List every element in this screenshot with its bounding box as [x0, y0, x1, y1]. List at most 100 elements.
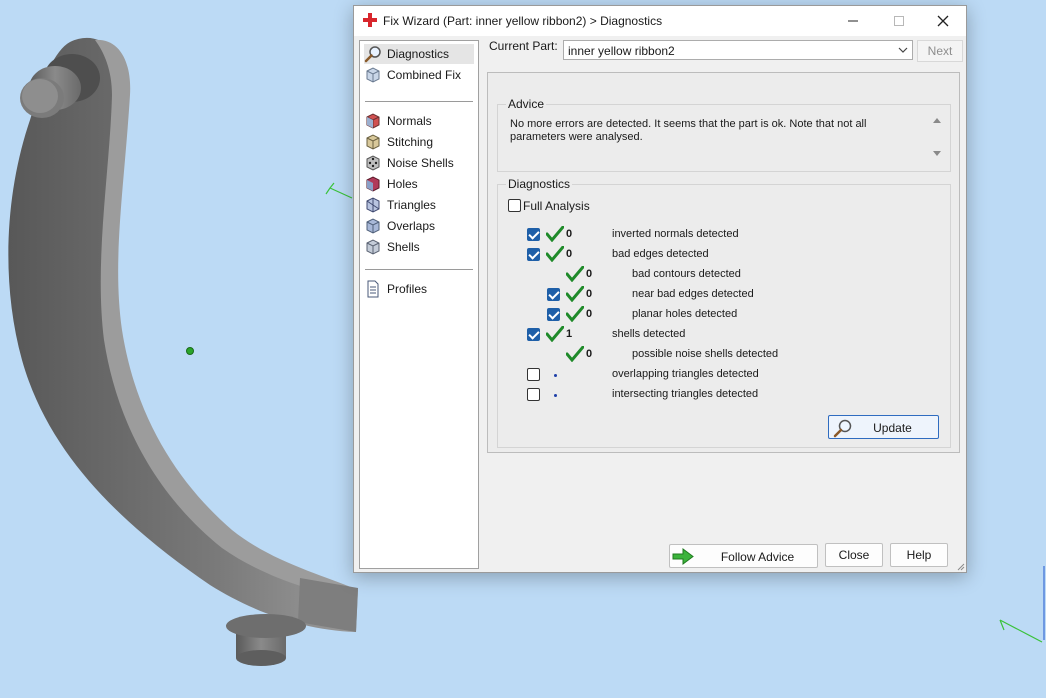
sidebar-item-label: Triangles — [387, 198, 436, 212]
sidebar-item-label: Noise Shells — [387, 156, 454, 170]
title-bar[interactable]: Fix Wizard (Part: inner yellow ribbon2) … — [354, 6, 966, 36]
resize-grip-icon[interactable] — [955, 561, 965, 571]
diagnostic-label: inverted normals detected — [612, 228, 739, 240]
sidebar-item-combined-fix[interactable]: Combined Fix — [364, 65, 474, 85]
follow-advice-label: Follow Advice — [720, 550, 795, 564]
diagnostic-count: 0 — [566, 248, 573, 260]
diagnostic-label: bad edges detected — [612, 248, 709, 260]
axis-triad-right-icon — [999, 566, 1045, 643]
diagnostic-checkbox[interactable] — [527, 368, 540, 381]
green-check-icon — [546, 226, 564, 242]
sidebar-item-profiles[interactable]: Profiles — [364, 279, 474, 299]
advice-scrollbar[interactable] — [930, 114, 944, 160]
sidebar-item-label: Profiles — [387, 282, 428, 296]
sidebar-item-stitching[interactable]: Stitching — [364, 132, 474, 152]
diagnostic-checkbox[interactable] — [527, 228, 540, 241]
sidebar-item-noise-shells[interactable]: Noise Shells — [364, 153, 474, 173]
sidebar-item-label: Overlaps — [387, 219, 436, 233]
sidebar-divider — [365, 269, 473, 270]
follow-advice-button[interactable]: Follow Advice — [669, 544, 818, 568]
update-label: Update — [873, 421, 912, 435]
window-title: Fix Wizard (Part: inner yellow ribbon2) … — [383, 14, 663, 28]
diagnostic-checkbox[interactable] — [547, 288, 560, 301]
dice-icon — [366, 155, 380, 171]
diagnostic-checkbox[interactable] — [527, 388, 540, 401]
maximize-button[interactable] — [876, 6, 922, 36]
sidebar-item-holes[interactable]: Holes — [364, 174, 474, 194]
diagnostic-label: planar holes detected — [632, 308, 738, 320]
green-check-icon — [566, 306, 584, 322]
pivot-point-icon — [186, 347, 194, 355]
sidebar-divider — [365, 101, 473, 102]
diagnostic-count: 0 — [586, 268, 593, 280]
advice-text: No more errors are detected. It seems th… — [510, 118, 867, 143]
diagnostic-count: 0 — [586, 288, 593, 300]
advice-group: Advice No more errors are detected. It s… — [497, 97, 951, 172]
green-check-icon — [546, 246, 564, 262]
triangle-icon — [366, 197, 380, 213]
fix-wizard-dialog: Fix Wizard (Part: inner yellow ribbon2) … — [353, 5, 967, 573]
green-check-icon — [546, 326, 564, 342]
next-button[interactable]: Next — [917, 40, 963, 62]
close-icon — [937, 15, 949, 27]
green-check-icon — [566, 266, 584, 282]
scroll-up-icon — [933, 118, 941, 123]
diagnostic-count: 1 — [566, 328, 573, 340]
sidebar-item-label: Combined Fix — [387, 68, 462, 82]
diagnostic-label: intersecting triangles detected — [612, 388, 759, 400]
sidebar-item-diagnostics[interactable]: Diagnostics — [364, 44, 474, 64]
maximize-icon — [894, 16, 904, 26]
cube-holes-icon — [366, 176, 380, 192]
advice-title: Advice — [506, 97, 547, 111]
diagnostic-label: overlapping triangles detected — [612, 368, 759, 380]
help-button[interactable]: Help — [890, 543, 948, 567]
green-check-icon — [566, 346, 584, 362]
pending-dot-icon — [554, 374, 557, 377]
shells-icon — [366, 239, 380, 255]
full-analysis-checkbox[interactable] — [508, 199, 521, 212]
cube-stitch-icon — [366, 134, 380, 150]
current-part-select[interactable]: inner yellow ribbon2 — [563, 40, 913, 60]
sidebar-item-label: Stitching — [387, 135, 434, 149]
sidebar-item-shells[interactable]: Shells — [364, 237, 474, 257]
green-check-icon — [566, 286, 584, 302]
cube-icon — [366, 67, 380, 83]
diagnostic-checkbox[interactable] — [527, 328, 540, 341]
sidebar-item-triangles[interactable]: Triangles — [364, 195, 474, 215]
current-part-label: Current Part: — [489, 39, 558, 53]
diagnostics-panel: Advice No more errors are detected. It s… — [487, 72, 960, 453]
diagnostic-count: 0 — [586, 308, 593, 320]
diagnostic-checkbox[interactable] — [547, 308, 560, 321]
full-analysis-label: Full Analysis — [523, 199, 590, 213]
diagnostic-label: bad contours detected — [632, 268, 741, 280]
sidebar-item-label: Holes — [387, 177, 418, 191]
pending-dot-icon — [554, 394, 557, 397]
close-window-button[interactable] — [920, 6, 966, 36]
update-button[interactable]: Update — [828, 415, 939, 439]
red-cross-icon — [363, 13, 377, 27]
curved-arm-model[interactable] — [8, 37, 358, 666]
green-arrow-icon — [672, 548, 694, 565]
sidebar-item-label: Diagnostics — [387, 47, 450, 61]
document-icon — [367, 280, 379, 298]
close-button[interactable]: Close — [825, 543, 883, 567]
minimize-button[interactable] — [830, 6, 876, 36]
sidebar-item-overlaps[interactable]: Overlaps — [364, 216, 474, 236]
fix-sidebar: Diagnostics Combined Fix Normals Stitchi… — [359, 40, 479, 569]
magnifier-icon — [364, 46, 381, 63]
sidebar-item-normals[interactable]: Normals — [364, 111, 474, 131]
diagnostic-label: near bad edges detected — [632, 288, 754, 300]
diagnostic-label: shells detected — [612, 328, 686, 340]
diagnostics-title: Diagnostics — [506, 177, 573, 191]
sidebar-item-label: Normals — [387, 114, 432, 128]
diagnostic-checkbox[interactable] — [527, 248, 540, 261]
minimize-icon — [848, 20, 858, 22]
diagnostics-group: Diagnostics Full Analysis 0 inverted norm… — [497, 177, 951, 448]
diagnostic-label: possible noise shells detected — [632, 348, 779, 360]
sidebar-item-label: Shells — [387, 240, 420, 254]
diagnostic-count: 0 — [566, 228, 573, 240]
diagnostic-count: 0 — [586, 348, 593, 360]
cube-red-icon — [366, 113, 380, 129]
current-part-value: inner yellow ribbon2 — [568, 44, 675, 58]
chevron-down-icon — [898, 47, 908, 53]
